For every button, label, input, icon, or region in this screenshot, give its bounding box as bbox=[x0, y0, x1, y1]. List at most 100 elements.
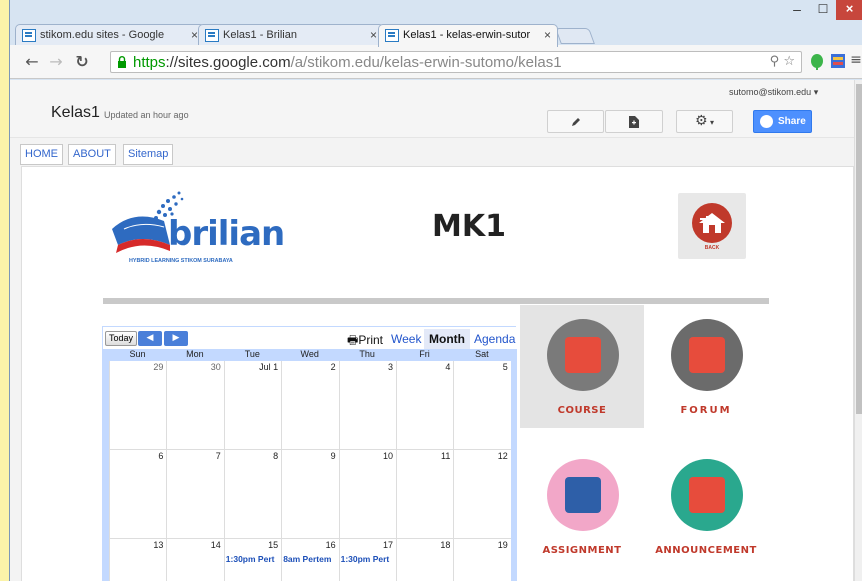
day-number: 30 bbox=[210, 362, 221, 372]
calendar-day-cell[interactable]: 17 1:30pm Pert bbox=[340, 539, 397, 581]
day-number: 4 bbox=[445, 362, 451, 372]
chevron-down-icon: ▾ bbox=[707, 118, 715, 127]
view-week[interactable]: Week bbox=[386, 329, 426, 349]
day-number: 7 bbox=[215, 451, 221, 461]
day-number: 16 bbox=[325, 540, 336, 550]
menu-tile-assignment[interactable]: ASSIGNMENT bbox=[520, 445, 644, 568]
tab-kelas1-brilian[interactable]: Kelas1 - Brilian × bbox=[198, 24, 384, 46]
view-month[interactable]: Month bbox=[424, 329, 470, 349]
menu-tile-announcement[interactable]: ANNOUNCEMENT bbox=[644, 445, 768, 568]
nav-sitemap[interactable]: Sitemap bbox=[123, 144, 174, 165]
megaphone-icon bbox=[671, 459, 743, 531]
reload-icon[interactable]: ↻ bbox=[72, 52, 92, 71]
minimize-button[interactable]: – bbox=[784, 0, 810, 20]
star-icon[interactable]: ☆ bbox=[783, 54, 795, 69]
menu-label: ANNOUNCEMENT bbox=[655, 545, 757, 556]
menu-tile-forum[interactable]: FORUM bbox=[644, 305, 768, 428]
day-number: 3 bbox=[387, 362, 393, 372]
extension-icon[interactable] bbox=[831, 54, 845, 68]
share-label: Share bbox=[778, 116, 806, 127]
calendar-day-cell[interactable]: 6 bbox=[110, 450, 168, 539]
next-month-button[interactable]: ▶ bbox=[164, 331, 188, 346]
close-icon[interactable]: × bbox=[544, 28, 551, 42]
calendar-day-cell[interactable]: 9 bbox=[282, 450, 340, 539]
weekday-label: Wed bbox=[300, 349, 319, 359]
calendar-day-cell[interactable]: 14 bbox=[167, 539, 225, 581]
day-number: 2 bbox=[330, 362, 336, 372]
view-agenda[interactable]: Agenda bbox=[469, 329, 520, 349]
edit-button[interactable] bbox=[547, 110, 604, 133]
day-number: 29 bbox=[153, 362, 164, 372]
calendar-day-cell[interactable]: 13 bbox=[110, 539, 168, 581]
calendar-event[interactable]: 1:30pm Pert bbox=[226, 554, 282, 564]
calendar-event[interactable]: 1:30pm Pert bbox=[341, 554, 397, 564]
nav-about[interactable]: ABOUT bbox=[68, 144, 116, 165]
logo-wordmark: brilian bbox=[168, 214, 285, 254]
forward-arrow-icon[interactable]: → bbox=[46, 52, 66, 71]
calendar-day-cell[interactable]: 11 bbox=[397, 450, 455, 539]
url-text: https://sites.google.com/a/stikom.edu/ke… bbox=[133, 54, 562, 71]
calendar-toolbar: Today ◀ ▶ 🖶Print Week Month Agenda bbox=[103, 327, 517, 349]
calendar-month-grid: 29 30 Jul 1 2 3 4 5 6 7 8 9 10 11 12 13 14 15 1:30pm Pert… bbox=[109, 361, 512, 581]
back-arrow-icon[interactable]: ← bbox=[22, 52, 42, 71]
zoom-icon[interactable]: ⚲ bbox=[770, 54, 780, 69]
maximize-button[interactable]: ☐ bbox=[810, 0, 836, 20]
user-account[interactable]: sutomo@stikom.edu ▾ bbox=[729, 87, 818, 98]
day-number: 19 bbox=[497, 540, 508, 550]
calendar-day-cell[interactable]: 4 bbox=[397, 361, 455, 450]
page-scrollbar[interactable] bbox=[854, 80, 862, 581]
tab-strip: stikom.edu sites - Google × Kelas1 - Bri… bbox=[10, 0, 862, 47]
new-tab-button[interactable] bbox=[555, 28, 595, 44]
calendar-day-cell[interactable]: 15 1:30pm Pert bbox=[225, 539, 283, 581]
settings-button[interactable]: ⚙ ▾ bbox=[676, 110, 733, 133]
window-close-button[interactable]: × bbox=[836, 0, 862, 20]
calendar-weekday-header: Sun Mon Tue Wed Thu Fri Sat bbox=[103, 349, 517, 361]
nav-home[interactable]: HOME bbox=[20, 144, 63, 165]
book-icon bbox=[547, 319, 619, 391]
day-number: 10 bbox=[382, 451, 393, 461]
calendar-day-cell[interactable]: 8 bbox=[224, 450, 283, 539]
calendar-day-cell[interactable]: 29 bbox=[110, 361, 168, 450]
sites-header: Kelas1 Updated an hour ago sutomo@stikom… bbox=[10, 80, 854, 138]
sites-favicon-icon bbox=[385, 29, 399, 42]
tab-title: stikom.edu sites - Google bbox=[40, 29, 165, 41]
site-title[interactable]: Kelas1 bbox=[51, 104, 100, 122]
menu-label: COURSE bbox=[557, 405, 607, 416]
gear-icon: ⚙ bbox=[694, 113, 708, 129]
calendar-day-cell[interactable]: 19 bbox=[454, 539, 512, 581]
prev-month-button[interactable]: ◀ bbox=[138, 331, 162, 346]
close-icon[interactable]: × bbox=[370, 28, 377, 42]
tab-title: Kelas1 - kelas-erwin-sutor bbox=[403, 29, 531, 41]
calendar-day-cell[interactable]: 12 bbox=[454, 450, 512, 539]
calendar-day-cell[interactable]: 2 bbox=[282, 361, 340, 450]
brilian-logo[interactable]: brilian HYBRID LEARNING STIKOM SURABAYA bbox=[104, 187, 285, 269]
tab-kelas1-active[interactable]: Kelas1 - kelas-erwin-sutor × bbox=[378, 24, 558, 47]
calendar-day-cell[interactable]: 10 bbox=[339, 450, 397, 539]
calendar-day-cell[interactable]: 7 bbox=[167, 450, 225, 539]
calendar-day-cell[interactable]: 5 bbox=[454, 361, 512, 450]
calendar-event[interactable]: 8am Pertem bbox=[283, 554, 339, 564]
calendar-day-cell[interactable]: 18 bbox=[397, 539, 455, 581]
evernote-extension-icon[interactable] bbox=[810, 54, 824, 70]
weekday-label: Sat bbox=[475, 349, 489, 359]
last-updated: Updated an hour ago bbox=[104, 110, 189, 120]
calendar-day-cell[interactable]: 16 8am Pertem bbox=[282, 539, 340, 581]
new-page-button[interactable] bbox=[605, 110, 663, 133]
calendar-day-cell[interactable]: 3 bbox=[339, 361, 397, 450]
close-icon[interactable]: × bbox=[191, 28, 198, 42]
calendar-day-cell[interactable]: Jul 1 bbox=[224, 361, 283, 450]
share-button[interactable]: Share bbox=[753, 110, 812, 133]
today-button[interactable]: Today bbox=[105, 331, 138, 346]
back-button[interactable]: BACK bbox=[678, 193, 746, 259]
new-page-icon bbox=[629, 116, 639, 128]
day-number: 17 bbox=[382, 540, 393, 550]
sites-favicon-icon bbox=[205, 29, 219, 42]
address-bar[interactable]: https://sites.google.com/a/stikom.edu/ke… bbox=[110, 51, 802, 73]
menu-tile-course[interactable]: COURSE bbox=[520, 305, 644, 428]
logo-tagline: HYBRID LEARNING STIKOM SURABAYA bbox=[129, 258, 233, 264]
menu-icon[interactable]: ≡ bbox=[846, 52, 862, 68]
tab-stikom-sites[interactable]: stikom.edu sites - Google × bbox=[15, 24, 205, 46]
day-number: 8 bbox=[273, 451, 279, 461]
scrollbar-thumb[interactable] bbox=[856, 84, 862, 414]
calendar-day-cell[interactable]: 30 bbox=[167, 361, 225, 450]
